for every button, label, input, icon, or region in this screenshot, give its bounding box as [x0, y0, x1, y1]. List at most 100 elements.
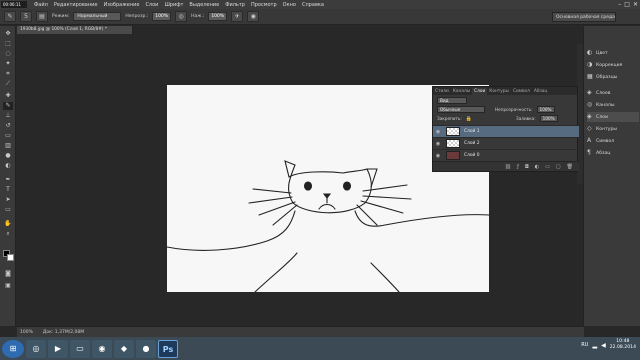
healing-tool-icon[interactable]: ✚	[3, 92, 13, 100]
blend-mode-dropdown[interactable]: Обычные	[437, 106, 485, 113]
close-button[interactable]: ✕	[633, 1, 638, 8]
zoom-tool-icon[interactable]: ⌕	[3, 230, 13, 238]
tab-styles[interactable]: Стили	[433, 88, 451, 95]
crop-tool-icon[interactable]: ⌗	[3, 70, 13, 78]
layer-name[interactable]: Слой 0	[464, 153, 480, 158]
visibility-eye-icon[interactable]: ◉	[433, 153, 443, 159]
recorder-icon[interactable]: ●	[136, 339, 156, 358]
chrome-icon[interactable]: ◉	[92, 339, 112, 358]
new-layer-icon[interactable]: ▢	[556, 164, 561, 170]
eyedropper-tool-icon[interactable]: ⟋	[3, 80, 13, 88]
clock[interactable]: 10:48 22.08.2014	[610, 339, 636, 351]
layer-filter-dropdown[interactable]: Вид	[437, 97, 467, 104]
dock-item-paths[interactable]: ◇ Контуры	[587, 124, 639, 134]
menu-window[interactable]: Окно	[280, 2, 299, 8]
menu-image[interactable]: Изображение	[100, 2, 142, 8]
layer-row-1[interactable]: ◉ Слой 1	[433, 125, 579, 137]
language-indicator[interactable]: RU	[581, 342, 588, 348]
volume-icon[interactable]: ◀	[601, 342, 606, 349]
move-tool-icon[interactable]: ✥	[3, 30, 13, 38]
layer-name[interactable]: Слой 2	[464, 141, 480, 146]
dock-item-channels[interactable]: ◎ Каналы	[587, 100, 639, 110]
trash-icon[interactable]: 🗑	[567, 164, 573, 170]
adjustment-layer-icon[interactable]: ◐	[535, 164, 539, 170]
mask-icon[interactable]: ◘	[525, 164, 529, 170]
opacity-input[interactable]: 100%	[152, 12, 172, 21]
eraser-tool-icon[interactable]: ▭	[3, 132, 13, 140]
workspace-dropdown[interactable]: Основная рабочая среда	[552, 12, 616, 22]
layer-fill-input[interactable]: 100%	[539, 115, 558, 122]
maximize-button[interactable]: □	[624, 1, 630, 8]
airbrush-icon[interactable]: ✈	[231, 11, 244, 22]
menu-filter[interactable]: Фильтр	[222, 2, 248, 8]
layer-name[interactable]: Слой 1	[464, 129, 480, 134]
right-dock: ◐ Цвет ◑ Коррекция ▦ Образцы ◈ Слоев ◎ Каналы…	[583, 26, 640, 326]
mode-dropdown[interactable]: Нормальный	[73, 12, 122, 21]
menu-layers[interactable]: Слои	[142, 2, 161, 8]
network-icon[interactable]: ▂	[592, 342, 597, 349]
layer-row-2[interactable]: ◉ Слой 2	[433, 137, 579, 149]
pressure-size-icon[interactable]: ◉	[247, 11, 260, 22]
dock-item-color[interactable]: ◐ Цвет	[587, 48, 639, 58]
brush-size-picker[interactable]: 5	[20, 11, 32, 22]
explorer-icon[interactable]: ▭	[70, 339, 90, 358]
history-brush-tool-icon[interactable]: ↺	[3, 122, 13, 130]
background-color-swatch[interactable]	[7, 254, 14, 261]
shape-tool-icon[interactable]: ▭	[3, 206, 13, 214]
browser-icon[interactable]: ◎	[26, 339, 46, 358]
link-icon[interactable]: ⛓	[505, 164, 511, 170]
dock-item-swatches[interactable]: ▦ Образцы	[587, 72, 639, 82]
tab-paragraph[interactable]: Абзац	[532, 88, 549, 95]
layer-opacity-input[interactable]: 100%	[536, 106, 555, 113]
menu-edit[interactable]: Редактирование	[51, 2, 101, 8]
pressure-opacity-icon[interactable]: ◎	[175, 11, 188, 22]
brush-tool-icon[interactable]: ✎	[3, 102, 13, 110]
visibility-eye-icon[interactable]: ◉	[433, 129, 443, 135]
dock-item-paragraph[interactable]: ¶ Абзац	[587, 148, 639, 158]
screen-mode-icon[interactable]: ▣	[3, 282, 13, 290]
path-select-tool-icon[interactable]: ➤	[3, 196, 13, 204]
brush-preset-icon[interactable]: ✎	[4, 11, 16, 22]
layer-row-0[interactable]: ◉ Слой 0	[433, 149, 579, 161]
menu-type[interactable]: Шрифт	[161, 2, 186, 8]
dock-item-label: Образцы	[596, 74, 618, 80]
photoshop-icon[interactable]: Ps	[158, 339, 178, 358]
minimize-button[interactable]: –	[618, 1, 621, 8]
flow-input[interactable]: 100%	[208, 12, 228, 21]
dock-item-adjustments[interactable]: ◑ Коррекция	[587, 60, 639, 70]
dock-item-layers[interactable]: ◈ Слои	[587, 112, 639, 122]
tab-paths[interactable]: Контуры	[487, 88, 511, 95]
pen-tool-icon[interactable]: ✒	[3, 176, 13, 184]
dock-item-character[interactable]: A Символ	[587, 136, 639, 146]
tab-layers[interactable]: Слои	[472, 88, 488, 95]
lasso-tool-icon[interactable]: ◌	[3, 50, 13, 58]
visibility-eye-icon[interactable]: ◉	[433, 141, 443, 147]
folder-icon[interactable]: ▭	[545, 164, 550, 170]
menu-select[interactable]: Выделение	[186, 2, 222, 8]
menu-view[interactable]: Просмотр	[248, 2, 280, 8]
start-orb[interactable]: ⊞	[2, 339, 24, 358]
quick-select-tool-icon[interactable]: ✦	[3, 60, 13, 68]
quick-mask-icon[interactable]: ◙	[3, 270, 13, 278]
marquee-tool-icon[interactable]: ⬚	[3, 40, 13, 48]
document-tab[interactable]: 1930b8.jpg @ 100% (Слой 1, RGB/8#) *	[17, 26, 133, 34]
app-icon[interactable]: ◆	[114, 339, 134, 358]
dodge-tool-icon[interactable]: ◐	[3, 162, 13, 170]
media-player-icon[interactable]: ▶	[48, 339, 68, 358]
tab-channels[interactable]: Каналы	[451, 88, 472, 95]
dock-item-label: Цвет	[596, 50, 608, 56]
blur-tool-icon[interactable]: ●	[3, 152, 13, 160]
hand-tool-icon[interactable]: ✋	[3, 220, 13, 228]
stamp-tool-icon[interactable]: ⊥	[3, 112, 13, 120]
blend-row: Обычные Непрозрачность: 100%	[433, 106, 579, 113]
gradient-tool-icon[interactable]: ▥	[3, 142, 13, 150]
dock-item-layer-comps[interactable]: ◈ Слоев	[587, 88, 639, 98]
zoom-level[interactable]: 100%	[20, 330, 33, 335]
tab-character[interactable]: Символ	[511, 88, 532, 95]
fx-icon[interactable]: ƒ	[517, 164, 519, 170]
menu-help[interactable]: Справка	[299, 2, 327, 8]
menu-file[interactable]: Файл	[31, 2, 51, 8]
type-tool-icon[interactable]: T	[3, 186, 13, 194]
brush-panel-icon[interactable]: ▤	[36, 11, 48, 22]
lock-icon[interactable]: 🔒	[466, 116, 472, 122]
